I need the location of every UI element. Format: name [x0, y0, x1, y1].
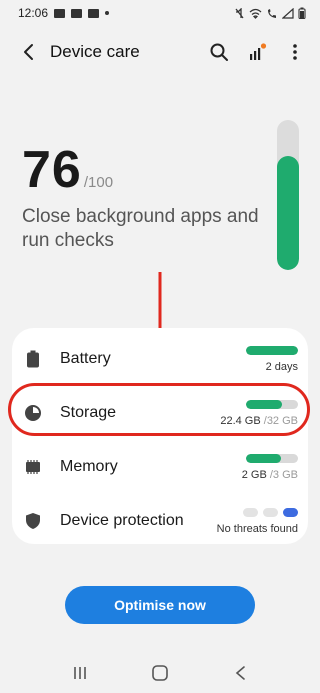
memory-row[interactable]: Memory 2 GB /3 GB	[12, 440, 308, 494]
memory-total: /3 GB	[266, 468, 298, 481]
score-max: /100	[83, 174, 114, 191]
back-icon	[235, 665, 245, 680]
recent-apps-icon	[74, 666, 86, 679]
status-time: 12:06	[18, 6, 49, 20]
pie-chart-icon	[25, 405, 41, 421]
storage-bar	[246, 399, 298, 409]
battery-row[interactable]: Battery 2 days	[12, 332, 308, 386]
protection-status: No threats found	[216, 522, 298, 535]
notification-icon	[88, 8, 100, 18]
battery-icon	[27, 350, 39, 368]
memory-chip-icon	[26, 460, 40, 474]
more-notifications-icon	[105, 11, 110, 15]
score-advice: Close background apps and run checks	[22, 206, 259, 251]
device-score: 76 /100	[22, 140, 113, 200]
score-gauge-fill	[277, 156, 299, 270]
storage-bar-fill	[246, 399, 283, 409]
cellular-signal-icon	[282, 7, 294, 19]
navigation-bar	[0, 652, 320, 693]
device-protection-row[interactable]: Device protection No threats found	[12, 494, 308, 548]
notification-icon	[54, 8, 66, 18]
battery-bar	[246, 345, 298, 355]
recent-apps-button[interactable]	[58, 655, 102, 691]
status-dot	[283, 507, 298, 517]
row-label: Storage	[60, 404, 117, 421]
row-label: Memory	[60, 458, 118, 475]
battery-bar-fill	[246, 345, 298, 355]
storage-used: 22.4 GB	[220, 414, 261, 427]
optimise-now-button[interactable]: Optimise now	[65, 586, 255, 624]
status-bar: 12:06	[0, 0, 320, 26]
mute-icon	[235, 7, 244, 18]
app-bar: Device care	[0, 30, 320, 74]
more-options-button[interactable]	[276, 30, 314, 74]
score-value: 76	[22, 141, 82, 199]
battery-estimate: 2 days	[265, 360, 298, 373]
status-dot	[243, 507, 258, 517]
back-button[interactable]	[6, 30, 50, 74]
notification-icon	[71, 8, 83, 18]
memory-used: 2 GB	[241, 468, 267, 481]
nav-back-button[interactable]	[218, 655, 262, 691]
home-icon	[152, 664, 168, 681]
memory-bar-fill	[246, 453, 281, 463]
search-icon	[210, 43, 228, 61]
storage-total: /32 GB	[260, 414, 298, 427]
page-title: Device care	[50, 42, 140, 61]
call-icon	[268, 8, 276, 18]
score-gauge	[277, 120, 299, 270]
signal-badge-icon	[250, 43, 267, 60]
more-vert-icon	[293, 44, 297, 60]
chevron-left-icon	[24, 44, 33, 60]
battery-status-icon	[298, 7, 306, 19]
wifi-icon	[249, 8, 262, 19]
storage-row[interactable]: Storage 22.4 GB /32 GB	[12, 386, 308, 440]
shield-icon	[26, 513, 40, 529]
row-label: Battery	[60, 350, 111, 367]
home-button[interactable]	[138, 655, 182, 691]
row-label: Device protection	[60, 512, 184, 529]
diagnostics-button[interactable]	[238, 30, 276, 74]
search-button[interactable]	[200, 30, 238, 74]
device-care-card: Battery 2 days Storage 22.4 GB /32 GB Me…	[12, 328, 308, 544]
status-dot	[263, 507, 278, 517]
scan-status-dots	[243, 507, 298, 517]
memory-bar	[246, 453, 298, 463]
